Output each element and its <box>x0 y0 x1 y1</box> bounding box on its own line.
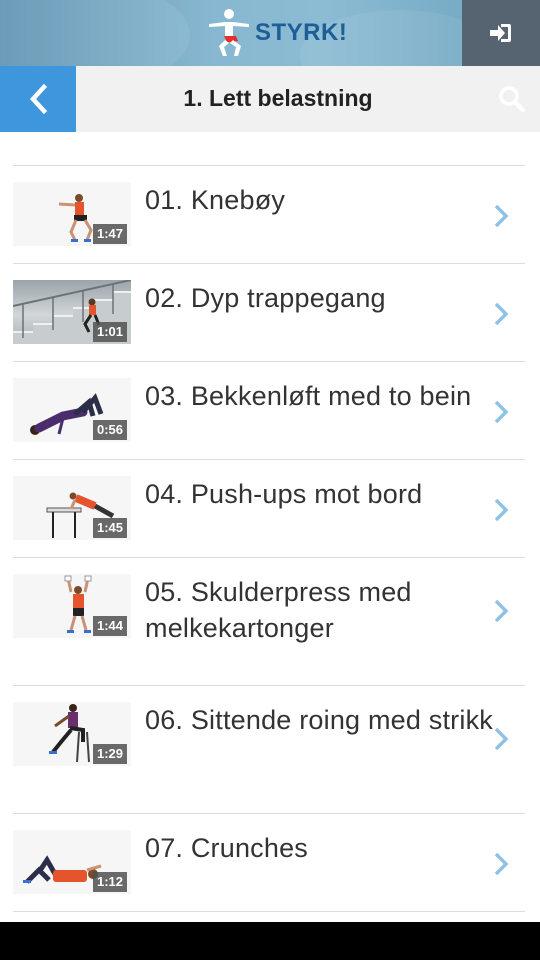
duration-badge: 1:44 <box>92 616 127 636</box>
duration-badge: 1:01 <box>92 322 127 342</box>
exercise-thumbnail: 1:01 <box>13 280 131 344</box>
duration-badge: 0:56 <box>92 420 127 440</box>
duration-badge: 1:29 <box>92 744 127 764</box>
list-item[interactable]: 1:01 02. Dyp trappegang <box>13 264 525 362</box>
app-header: STYRK! <box>0 0 540 66</box>
chevron-right-icon <box>494 498 509 522</box>
chevron-right-icon <box>494 400 509 424</box>
exercise-thumbnail: 1:12 <box>13 830 131 894</box>
back-button[interactable] <box>0 66 76 132</box>
system-nav-bar <box>0 922 540 960</box>
list-item[interactable]: 0:56 03. Bekkenløft med to bein <box>13 362 525 460</box>
title-bar: 1. Lett belastning <box>0 66 540 132</box>
exercise-title: 04. Push-ups mot bord <box>145 479 423 509</box>
list-item[interactable]: 1:29 06. Sittende roing med strikk <box>13 686 525 814</box>
list-item[interactable]: 1:45 04. Push-ups mot bord <box>13 460 525 558</box>
exercise-title: 05. Skulderpress med melkekartonger <box>145 577 412 643</box>
chevron-left-icon <box>29 84 48 114</box>
duration-badge: 1:45 <box>92 518 127 538</box>
list-item[interactable]: 1:47 01. Knebøy <box>13 166 525 264</box>
duration-badge: 1:47 <box>92 224 127 244</box>
squat-figure-icon <box>209 9 249 56</box>
search-icon <box>499 86 526 113</box>
chevron-right-icon <box>494 302 509 326</box>
exercise-title: 07. Crunches <box>145 833 308 863</box>
exercise-title: 06. Sittende roing med strikk <box>145 705 493 735</box>
page-title: 1. Lett belastning <box>183 85 373 111</box>
exercise-title: 03. Bekkenløft med to bein <box>145 381 472 411</box>
chevron-right-icon <box>494 852 509 876</box>
chevron-right-icon <box>494 727 509 751</box>
list-item[interactable]: 1:12 07. Crunches <box>13 814 525 912</box>
exercise-list: 1:47 01. Knebøy 1:01 02. Dyp trappegang <box>13 165 525 912</box>
exercise-thumbnail: 0:56 <box>13 378 131 442</box>
chevron-right-icon <box>494 204 509 228</box>
app-logo: STYRK! <box>205 8 347 58</box>
list-item[interactable]: 1:44 05. Skulderpress med melkekartonger <box>13 558 525 686</box>
exercise-thumbnail: 1:47 <box>13 182 131 246</box>
exercise-title: 02. Dyp trappegang <box>145 283 386 313</box>
exercise-thumbnail: 1:29 <box>13 702 131 766</box>
exercise-thumbnail: 1:44 <box>13 574 131 638</box>
login-button[interactable] <box>462 0 540 66</box>
duration-badge: 1:12 <box>92 872 127 892</box>
exercise-thumbnail: 1:45 <box>13 476 131 540</box>
chevron-right-icon <box>494 599 509 623</box>
exercise-title: 01. Knebøy <box>145 185 286 215</box>
brand-name: STYRK! <box>255 19 348 46</box>
login-icon <box>490 24 511 42</box>
search-button[interactable] <box>492 79 532 119</box>
